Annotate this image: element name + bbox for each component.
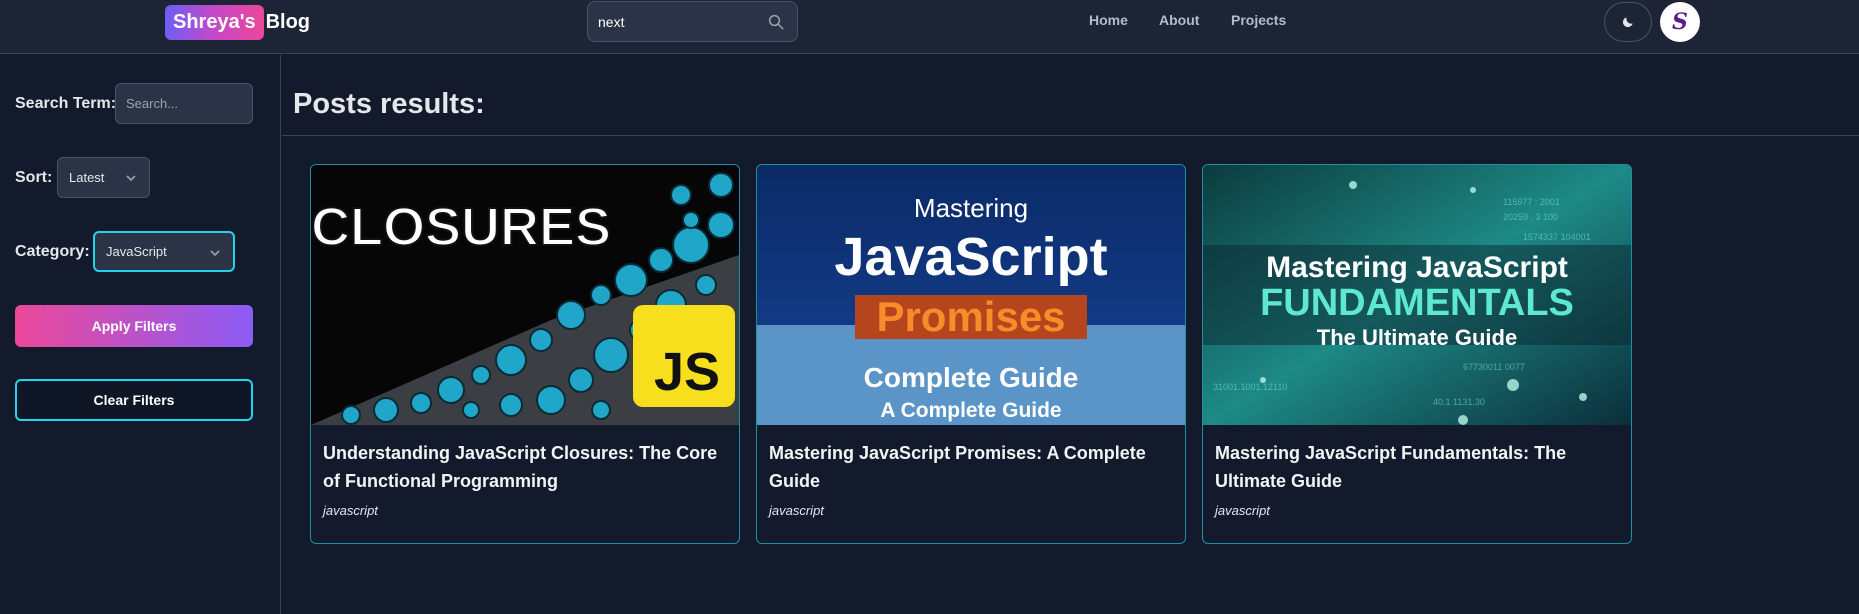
post-thumbnail: CLOSURES JS	[311, 165, 739, 425]
top-navbar: Shreya's Blog Home About Projects S	[0, 0, 1859, 54]
svg-text:1574337 104001: 1574337 104001	[1523, 232, 1591, 242]
title-divider	[282, 135, 1859, 136]
blog-logo[interactable]: Shreya's Blog	[165, 5, 310, 40]
apply-filters-button[interactable]: Apply Filters	[15, 305, 253, 347]
header-search-input[interactable]	[598, 2, 758, 41]
fundamentals-image-line3: The Ultimate Guide	[1317, 325, 1517, 350]
search-term-input[interactable]	[115, 83, 253, 124]
svg-text:31001.1001.12110: 31001.1001.12110	[1213, 382, 1287, 392]
page-title: Posts results:	[293, 88, 485, 120]
post-title[interactable]: Understanding JavaScript Closures: The C…	[323, 439, 728, 495]
nav-projects[interactable]: Projects	[1231, 12, 1286, 28]
nav-home[interactable]: Home	[1089, 12, 1128, 28]
js-logo-text: JS	[654, 342, 720, 402]
post-category: javascript	[1215, 503, 1270, 518]
svg-text:115977 : 2001: 115977 : 2001	[1503, 197, 1560, 207]
logo-text: Blog	[265, 11, 311, 33]
header-search	[587, 1, 798, 42]
post-card[interactable]: Mastering JavaScript Promises Complete G…	[756, 164, 1186, 544]
fundamentals-image-line1: Mastering JavaScript	[1266, 251, 1568, 284]
theme-toggle-button[interactable]	[1604, 2, 1652, 42]
sort-label: Sort:	[15, 169, 53, 186]
svg-text:20259 . 3 100: 20259 . 3 100	[1503, 212, 1558, 222]
category-select-value: JavaScript	[106, 244, 167, 259]
post-category: javascript	[769, 503, 824, 518]
post-thumbnail: 115977 : 2001 20259 . 3 100 1574337 10400…	[1203, 165, 1631, 425]
clear-filters-button[interactable]: Clear Filters	[15, 379, 253, 421]
svg-text:40.1 1131.30: 40.1 1131.30	[1433, 397, 1485, 407]
nav-about[interactable]: About	[1159, 12, 1199, 28]
promises-image-line5: A Complete Guide	[880, 399, 1061, 422]
search-icon[interactable]	[767, 13, 785, 31]
avatar-monogram: S	[1672, 9, 1688, 35]
promises-image-line2: JavaScript	[834, 227, 1107, 287]
category-select[interactable]: JavaScript	[93, 231, 235, 272]
post-title[interactable]: Mastering JavaScript Fundamentals: The U…	[1215, 439, 1620, 495]
chevron-down-icon	[210, 250, 220, 257]
sort-select-value: Latest	[69, 170, 105, 185]
post-title[interactable]: Mastering JavaScript Promises: A Complet…	[769, 439, 1174, 495]
post-thumbnail: Mastering JavaScript Promises Complete G…	[757, 165, 1185, 425]
fundamentals-image-line2: FUNDAMENTALS	[1260, 282, 1574, 324]
promises-image-line3: Promises	[876, 293, 1065, 340]
closures-image-text: CLOSURES	[311, 197, 611, 257]
chevron-down-icon	[126, 175, 136, 182]
post-card[interactable]: CLOSURES JS Understanding JavaScript Clo…	[310, 164, 740, 544]
svg-text:67730011 0077: 67730011 0077	[1463, 362, 1525, 372]
category-label: Category:	[15, 243, 90, 260]
logo-badge: Shreya's	[165, 5, 264, 40]
search-term-label: Search Term:	[15, 95, 117, 112]
promises-image-line1: Mastering	[914, 193, 1028, 223]
moon-icon	[1622, 17, 1633, 28]
post-category: javascript	[323, 503, 378, 518]
filter-sidebar: Search Term: Sort: Latest Category: Java…	[0, 55, 281, 614]
sort-select[interactable]: Latest	[57, 157, 150, 198]
post-card[interactable]: 115977 : 2001 20259 . 3 100 1574337 10400…	[1202, 164, 1632, 544]
avatar[interactable]: S	[1660, 2, 1700, 42]
promises-image-line4: Complete Guide	[864, 362, 1079, 393]
